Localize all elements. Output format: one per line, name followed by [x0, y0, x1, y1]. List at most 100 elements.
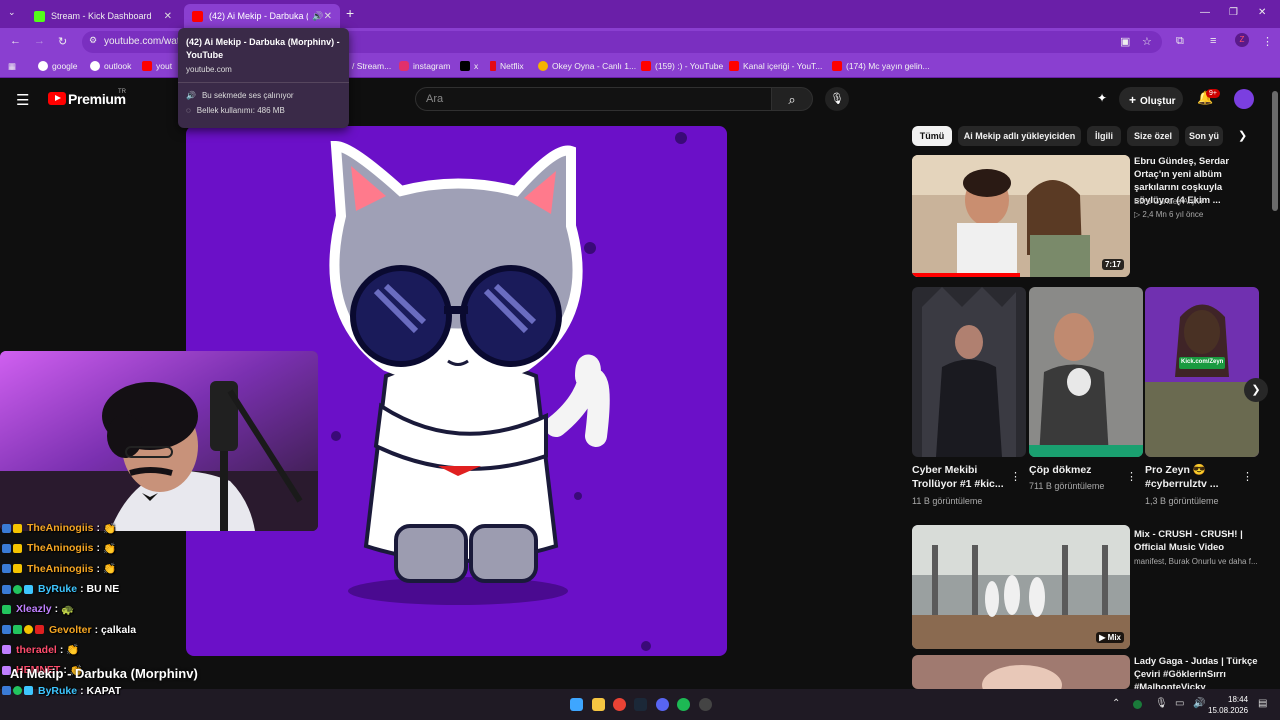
badge-icon [2, 523, 11, 533]
badge-icon [13, 625, 22, 635]
speaker-icon[interactable]: 🔊 [312, 11, 323, 22]
close-icon[interactable]: ✕ [164, 11, 172, 22]
settings-gear-icon[interactable] [699, 698, 712, 711]
bookmark-x[interactable]: x [460, 61, 478, 71]
profile-avatar[interactable]: Z [1235, 33, 1249, 47]
short-thumbnail[interactable] [912, 287, 1026, 457]
chevron-right-icon: ❯ [1251, 384, 1261, 396]
chevron-right-icon[interactable]: ❯ [1238, 129, 1247, 142]
file-explorer-icon[interactable] [592, 698, 605, 711]
chip-from-uploader[interactable]: Ai Mekip adlı yükleyiciden [958, 126, 1081, 146]
thumbnail-image [1145, 287, 1259, 457]
reading-list-icon[interactable]: ≡ [1210, 35, 1216, 47]
search-input[interactable]: Ara [415, 87, 772, 111]
discord-icon[interactable] [656, 698, 669, 711]
divider [178, 82, 349, 83]
short-thumbnail[interactable] [1029, 287, 1143, 457]
search-button[interactable]: ⌕ [771, 87, 813, 111]
hamburger-menu-icon[interactable]: ☰ [16, 91, 29, 109]
bookmark-okey[interactable]: Okey Oyna - Canlı 1... [538, 61, 636, 71]
more-options-icon[interactable]: ⋮ [1126, 470, 1137, 483]
menu-kebab-icon[interactable]: ⋮ [1262, 35, 1273, 48]
chip-all[interactable]: Tümü [912, 126, 952, 146]
tab-youtube-active[interactable]: (42) Ai Mekip - Darbuka (M 🔊 ✕ [184, 4, 340, 28]
account-avatar[interactable] [1234, 89, 1254, 109]
extensions-icon[interactable]: ⧉ [1176, 35, 1184, 48]
voice-search-button[interactable]: 🎙 [825, 87, 849, 111]
back-arrow-icon[interactable]: ← [10, 35, 21, 47]
steam-icon[interactable] [634, 698, 647, 711]
tray-overflow-chevron-icon[interactable]: ⌃ [1112, 698, 1120, 709]
streamer-webcam-overlay [0, 351, 318, 531]
badge-icon [2, 645, 11, 655]
short-title[interactable]: Cyber Mekibi Trollüyor #1 #kic... [912, 463, 1008, 491]
bookmark-outlook[interactable]: outlook [90, 61, 131, 71]
forward-arrow-icon[interactable]: → [34, 35, 45, 47]
short-thumbnail[interactable]: Kick.com/Zeyn [1145, 287, 1259, 457]
short-title[interactable]: Çöp dökmez [1029, 463, 1125, 477]
video-thumbnail[interactable] [912, 655, 1130, 689]
badge-icon [13, 523, 22, 533]
youtube-favicon-icon [192, 10, 203, 22]
chip-related[interactable]: İlgili [1087, 126, 1121, 146]
bookmark-youtube-159[interactable]: (159) :) - YouTube [641, 61, 723, 71]
bookmark-stream[interactable]: / Stream... [352, 61, 391, 71]
bookmark-youtube[interactable]: yout [142, 61, 172, 71]
video-thumbnail[interactable]: ▶ Mix [912, 525, 1130, 649]
minimize-button[interactable]: — [1200, 7, 1210, 18]
bookmark-netflix[interactable]: Netflix [490, 61, 524, 71]
site-info-icon[interactable]: ⚙ [89, 35, 97, 46]
badge-icon [2, 604, 11, 614]
more-options-icon[interactable]: ⋮ [1242, 470, 1253, 483]
create-button[interactable]: + Oluştur [1119, 87, 1183, 111]
video-title[interactable]: Mix - CRUSH - CRUSH! | Official Music Vi… [1134, 528, 1262, 554]
chat-message: Xleazly: 🐢 [2, 599, 302, 619]
channel-name[interactable]: manifest, Burak Onurlu ve daha f... [1134, 556, 1264, 568]
bookmark-mc-yayin[interactable]: (174) Mc yayın gelin... [832, 61, 930, 71]
page-scrollbar[interactable] [1270, 79, 1280, 689]
badge-icon [2, 584, 11, 594]
tab-kick-dashboard[interactable]: Stream - Kick Dashboard ✕ [26, 4, 180, 28]
tray-app-icon[interactable] [1133, 700, 1142, 709]
channel-name[interactable]: Ebru Gündeş Arşivi [1134, 196, 1202, 208]
network-icon[interactable]: ▭ [1175, 698, 1184, 709]
emote-icon: 👏 [103, 563, 117, 576]
short-title[interactable]: Pro Zeyn 😎 #cyberrulztv ... [1145, 463, 1241, 491]
chip-for-you[interactable]: Size özel [1127, 126, 1179, 146]
notification-count-badge: 9+ [1206, 89, 1220, 98]
volume-icon[interactable]: 🔊 [1193, 698, 1205, 709]
cast-icon[interactable]: ▣ [1120, 35, 1130, 48]
bookmark-kanal-icerigi[interactable]: Kanal içeriği - YouT... [729, 61, 822, 71]
tray-mic-icon[interactable]: 🎙 [1155, 698, 1168, 709]
notification-center-icon[interactable]: ▤ [1258, 698, 1267, 709]
close-icon[interactable]: ✕ [324, 11, 332, 22]
more-options-icon[interactable]: ⋮ [1010, 470, 1021, 483]
chip-recent[interactable]: Son yü [1185, 126, 1223, 146]
emote-icon: 🐢 [61, 603, 75, 616]
youtube-logo-icon[interactable] [48, 92, 66, 105]
shorts-next-button[interactable]: ❯ [1244, 378, 1268, 402]
cast-icon[interactable]: ✦ [1097, 91, 1107, 105]
scrollbar-thumb[interactable] [1272, 91, 1278, 211]
new-tab-button[interactable]: + [346, 5, 354, 21]
bookmark-instagram[interactable]: instagram [399, 61, 450, 71]
tab-search-chevron-icon[interactable]: ⌄ [8, 7, 16, 18]
start-menu-icon[interactable] [570, 698, 583, 711]
spotify-icon[interactable] [677, 698, 690, 711]
bookmark-google[interactable]: google [38, 61, 78, 71]
video-thumbnail[interactable]: 7:17 [912, 155, 1130, 277]
apps-grid-icon[interactable]: ▦ [8, 61, 16, 72]
chrome-icon[interactable] [613, 698, 626, 711]
window-close-button[interactable]: ✕ [1258, 7, 1266, 18]
hovercard-domain: youtube.com [186, 65, 232, 74]
badge-icon [2, 564, 11, 574]
maximize-button[interactable]: ❐ [1229, 7, 1238, 18]
reload-icon[interactable]: ↻ [58, 35, 67, 48]
video-stats: ▷ 2,4 Mn 6 yıl önce [1134, 210, 1204, 219]
short-views: 1,3 B görüntüleme [1145, 496, 1219, 506]
now-playing-overlay: Ai Mekip - Darbuka (Morphinv) [10, 666, 198, 681]
video-title[interactable]: Lady Gaga - Judas | Türkçe Çeviri #Gökle… [1134, 655, 1262, 689]
taskbar-clock[interactable]: 18:44 15.08.2026 [1208, 694, 1248, 716]
bookmark-star-icon[interactable]: ☆ [1142, 35, 1152, 48]
country-code: TR [118, 89, 126, 95]
